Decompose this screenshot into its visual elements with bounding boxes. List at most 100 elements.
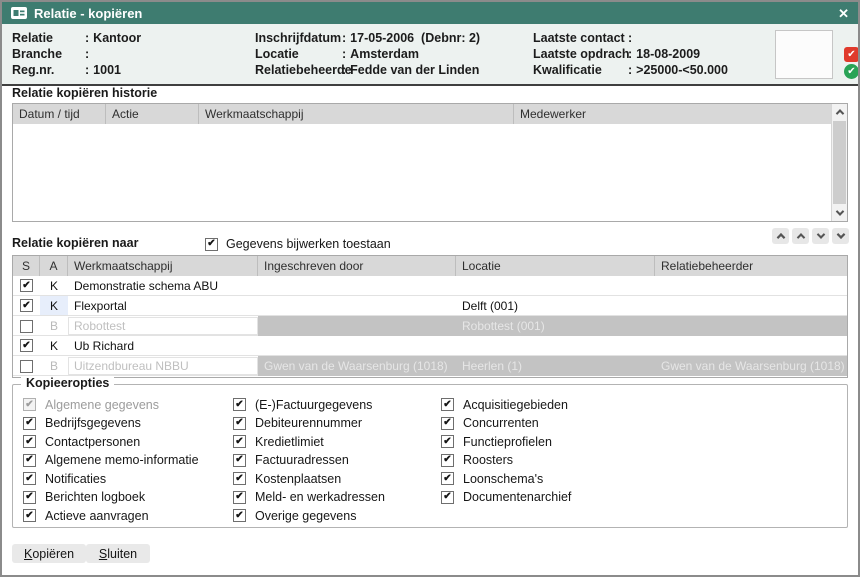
row-location: Delft (001) [456, 296, 655, 315]
column-header: Relatiebeheerder [655, 256, 847, 276]
field-label: Kwalificatie [533, 63, 628, 77]
row-registered-by [258, 336, 456, 355]
option-checkbox [23, 398, 36, 411]
option-item[interactable]: Factuuradressen [233, 454, 385, 467]
table-row[interactable]: B Robottest Robottest (001) [13, 316, 847, 336]
option-item[interactable]: Roosters [441, 454, 571, 467]
row-registered-by [258, 296, 456, 315]
history-table-header: Datum / tijd Actie Werkmaatschappij Mede… [13, 104, 847, 124]
row-company: Demonstratie schema ABU [68, 276, 258, 295]
option-checkbox[interactable] [23, 509, 36, 522]
option-item[interactable]: Debiteurennummer [233, 417, 385, 430]
column-header: Datum / tijd [13, 104, 106, 124]
field-label: Branche [12, 47, 85, 61]
row-company: Robottest [68, 317, 258, 335]
row-location: Heerlen (1) [456, 356, 655, 376]
header-column-3: Laatste contact: Laatste opdrach:18-08-2… [533, 30, 728, 78]
relatie-kopieren-dialog: Relatie - kopiëren ✕ Relatie:Kantoor Bra… [0, 0, 860, 577]
row-select-checkbox[interactable] [20, 299, 33, 312]
move-bottom-button[interactable] [832, 228, 849, 244]
option-checkbox[interactable] [233, 417, 246, 430]
option-item[interactable]: Acquisitiegebieden [441, 398, 571, 411]
option-item[interactable]: Loonschema's [441, 472, 571, 485]
update-allowed-checkbox[interactable] [205, 238, 218, 251]
option-checkbox[interactable] [441, 435, 454, 448]
close-icon[interactable]: ✕ [838, 7, 849, 20]
option-checkbox[interactable] [23, 491, 36, 504]
option-checkbox[interactable] [441, 398, 454, 411]
option-checkbox[interactable] [441, 491, 454, 504]
copy-button[interactable]: Kopiëren [12, 544, 86, 563]
option-checkbox[interactable] [233, 454, 246, 467]
option-item[interactable]: Contactpersonen [23, 435, 199, 448]
column-header: Locatie [456, 256, 655, 276]
row-select-checkbox[interactable] [20, 360, 33, 373]
column-header: Werkmaatschappij [199, 104, 514, 124]
update-allowed-option[interactable]: Gegevens bijwerken toestaan [205, 237, 391, 251]
copy-to-table: S A Werkmaatschappij Ingeschreven door L… [12, 255, 848, 378]
move-top-button[interactable] [772, 228, 789, 244]
row-select-checkbox[interactable] [20, 320, 33, 333]
chevron-up-icon [796, 233, 804, 241]
option-checkbox[interactable] [233, 472, 246, 485]
copy-options-group: Kopieeropties Algemene gegevens Bedrijfs… [12, 384, 848, 528]
option-item[interactable]: Meld- en werkadressen [233, 491, 385, 504]
option-checkbox[interactable] [233, 435, 246, 448]
field-value: >25000-<50.000 [636, 63, 728, 77]
scroll-down-icon[interactable] [832, 205, 847, 221]
field-value: 18-08-2009 [636, 47, 700, 61]
table-row[interactable]: K Ub Richard [13, 336, 847, 356]
field-value: 1001 [93, 63, 121, 77]
option-item[interactable]: Concurrenten [441, 417, 571, 430]
option-item[interactable]: Algemene memo-informatie [23, 454, 199, 467]
option-item[interactable]: Overige gegevens [233, 509, 385, 522]
option-checkbox[interactable] [441, 472, 454, 485]
option-item[interactable]: Kostenplaatsen [233, 472, 385, 485]
option-checkbox[interactable] [441, 454, 454, 467]
row-select-checkbox[interactable] [20, 279, 33, 292]
options-column-1: Algemene gegevens Bedrijfsgegevens Conta… [23, 398, 199, 528]
option-item[interactable]: Berichten logboek [23, 491, 199, 504]
field-label: Laatste contact [533, 31, 628, 45]
scrollbar-thumb[interactable] [833, 121, 846, 204]
table-row[interactable]: B Uitzendbureau NBBU Gwen van de Waarsen… [13, 356, 847, 376]
row-manager [655, 296, 847, 315]
history-scrollbar[interactable] [831, 104, 847, 221]
option-checkbox[interactable] [23, 472, 36, 485]
option-item[interactable]: Bedrijfsgegevens [23, 417, 199, 430]
move-up-button[interactable] [792, 228, 809, 244]
header-column-1: Relatie:Kantoor Branche: Reg.nr.:1001 [12, 30, 141, 78]
scroll-up-icon[interactable] [832, 104, 847, 120]
table-row[interactable]: K Flexportal Delft (001) [13, 296, 847, 316]
move-down-button[interactable] [812, 228, 829, 244]
option-checkbox[interactable] [233, 491, 246, 504]
row-select-checkbox[interactable] [20, 339, 33, 352]
option-checkbox[interactable] [23, 435, 36, 448]
option-checkbox[interactable] [23, 454, 36, 467]
row-company: Ub Richard [68, 336, 258, 355]
option-item[interactable]: Actieve aanvragen [23, 509, 199, 522]
table-row[interactable]: K Demonstratie schema ABU [13, 276, 847, 296]
row-type: K [40, 276, 68, 295]
copy-options-title: Kopieeropties [21, 376, 114, 390]
row-location [456, 276, 655, 295]
copy-to-section-title: Relatie kopiëren naar [12, 236, 138, 250]
chevron-down-icon [816, 230, 824, 238]
option-item[interactable]: Notificaties [23, 472, 199, 485]
option-checkbox[interactable] [441, 417, 454, 430]
column-header: Actie [106, 104, 199, 124]
update-allowed-label: Gegevens bijwerken toestaan [226, 237, 391, 251]
option-item[interactable]: Kredietlimiet [233, 435, 385, 448]
option-checkbox[interactable] [23, 417, 36, 430]
row-registered-by [258, 276, 456, 295]
column-header: Ingeschreven door [258, 256, 456, 276]
close-button[interactable]: Sluiten [86, 544, 150, 563]
option-item[interactable]: Functieprofielen [441, 435, 571, 448]
field-value: Kantoor [93, 31, 141, 45]
option-checkbox[interactable] [233, 509, 246, 522]
option-item[interactable]: Documentenarchief [441, 491, 571, 504]
option-item[interactable]: (E-)Factuurgegevens [233, 398, 385, 411]
copy-table-header: S A Werkmaatschappij Ingeschreven door L… [13, 256, 847, 276]
row-location [456, 336, 655, 355]
option-checkbox[interactable] [233, 398, 246, 411]
